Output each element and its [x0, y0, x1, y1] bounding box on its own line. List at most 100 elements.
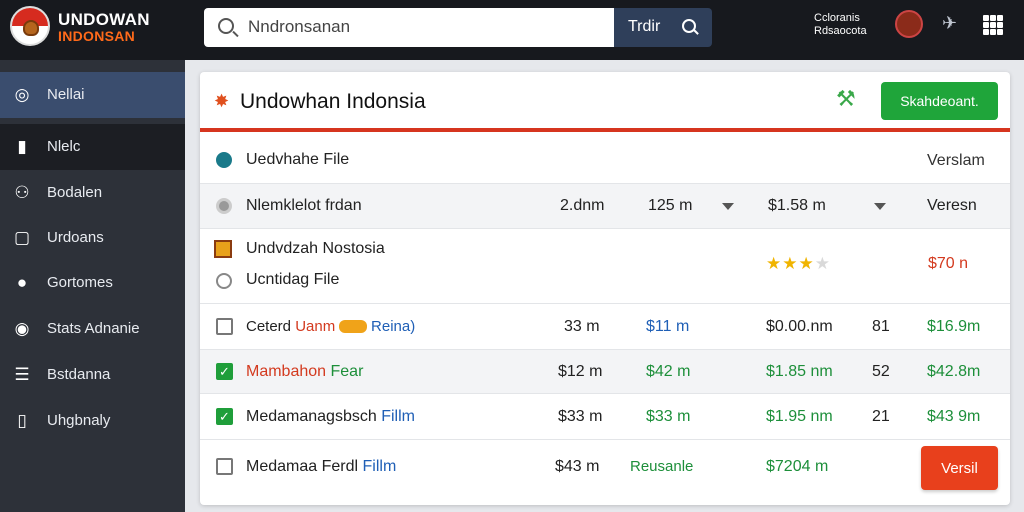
search-icon [218, 18, 234, 34]
chevron-down-icon[interactable] [874, 203, 886, 210]
sidebar-item-label: Nlelc [47, 138, 81, 155]
row-name-b: Uanm [295, 318, 336, 335]
compass-icon: ◎ [14, 85, 30, 104]
featured-price: $70 n [928, 255, 969, 272]
sidebar-item-label: Bstdanna [47, 366, 111, 383]
filter-col-1: 2.dnm [560, 197, 605, 214]
person-icon: ● [16, 273, 28, 292]
main-card: ✸ Undowhan Indonsia ⚒ Skahdeoant. Uedvha… [200, 72, 1010, 505]
avatar[interactable] [895, 10, 923, 38]
row-name-a: Medamaa Ferdl [246, 458, 359, 475]
sidebar-item-uhgbnaly[interactable]: ▯ Uhgbnaly [0, 398, 185, 444]
sidebar-item-urdoans[interactable]: ▢ Urdoans [0, 215, 185, 261]
brand-line-1: UNDOWAN [58, 10, 150, 29]
book-icon: ▯ [17, 411, 27, 430]
row-col-2: Reusanle [630, 458, 694, 475]
row-col-5: $42.8m [927, 363, 981, 380]
row-col-1: $43 m [555, 458, 600, 475]
row-name-a: Medamanagsbsch [246, 408, 377, 425]
table-row[interactable]: Medamaa Ferdl Fillm $43 m Reusanle $7204… [200, 440, 1010, 505]
garuda-thumb-icon [214, 240, 232, 258]
version-button[interactable]: Versil [921, 446, 998, 490]
row-col-5: $16.9m [927, 318, 981, 335]
filter-row[interactable]: Nlemklelot frdan 2.dnm 125 m $1.58 m Ver… [200, 184, 1010, 229]
search-input[interactable] [248, 16, 598, 38]
sidebar-item-label: Nellai [47, 86, 85, 103]
filter-col-3: $1.58 m [768, 197, 826, 214]
rating-stars: ★★★★ [766, 254, 831, 274]
wrench-icon[interactable]: ⚒ [836, 86, 856, 112]
row-name-b: Fillm [381, 408, 415, 425]
row-col-4: 81 [872, 318, 890, 335]
row-col-1: 33 m [564, 318, 600, 335]
row-badge [339, 320, 367, 333]
sidebar-item-stats-adnanie[interactable]: ◉ Stats Adnanie [0, 306, 185, 352]
apps-grid-icon[interactable] [983, 15, 1003, 35]
search-box [204, 8, 614, 47]
sidebar-item-bodalen[interactable]: ⚇ Bodalen [0, 170, 185, 216]
magnifier-icon [682, 19, 696, 33]
table-row[interactable]: ✓ Medamanagsbsch Fillm $33 m $33 m $1.95… [200, 394, 1010, 440]
featured-title: Undvdzah Nostosia [246, 240, 385, 257]
row-col-1: $33 m [558, 408, 603, 425]
sidebar-item-label: Uhgbnaly [47, 412, 111, 429]
table-row[interactable]: Ceterd Uanm Reina) 33 m $11 m $0.00.nm 8… [200, 304, 1010, 350]
row-col-4: 52 [872, 363, 890, 380]
top-bar: UNDOWAN INDONSAN Trdir Ccloranis Rdsaoco… [0, 0, 1024, 60]
brand-line-2: INDONSAN [58, 28, 136, 44]
star-filled-icon: ★ [798, 254, 815, 273]
row-name-a: Mambahon [246, 363, 327, 380]
table-row[interactable]: ✓ Mambahon Fear $12 m $42 m $1.85 nm 52 … [200, 350, 1010, 394]
row-name: Ceterd Uanm Reina) [246, 318, 415, 335]
search-button-label: Trdir [628, 18, 661, 35]
row-checkbox[interactable]: ✓ [216, 363, 233, 380]
row-col-2: $11 m [646, 318, 690, 335]
chevron-down-icon[interactable] [722, 203, 734, 210]
filter-col-4: Veresn [927, 197, 977, 214]
row-col-4: 21 [872, 408, 890, 425]
user-name[interactable]: Ccloranis Rdsaocota [814, 12, 867, 38]
row-col-3: $7204 m [766, 458, 829, 475]
radio-icon[interactable] [216, 198, 232, 214]
sidebar: ◎ Nellai ▮ Nlelc ⚇ Bodalen ▢ Urdoans ● G… [0, 60, 185, 512]
row-name-b: Fear [330, 363, 364, 380]
window-icon: ▢ [13, 228, 31, 247]
eye-icon [216, 152, 232, 168]
row-name-b: Fillm [362, 458, 397, 475]
search-button[interactable]: Trdir [614, 8, 712, 47]
row-checkbox[interactable]: ✓ [216, 408, 233, 425]
sidebar-item-bstdanna[interactable]: ☰ Bstdanna [0, 352, 185, 398]
row-checkbox[interactable] [216, 458, 233, 475]
row-name: Medamaa Ferdl Fillm [246, 458, 396, 476]
row-name-a: Ceterd [246, 318, 292, 335]
sidebar-item-nlelc[interactable]: ▮ Nlelc [0, 124, 185, 170]
row-col-2: $42 m [646, 363, 691, 380]
list-icon: ☰ [14, 365, 30, 384]
section-label: Uedvhahe File [246, 151, 350, 168]
garuda-icon: ✸ [214, 91, 230, 111]
sidebar-item-label: Bodalen [47, 184, 103, 201]
book-icon: ▮ [17, 137, 27, 156]
sidebar-item-gortomes[interactable]: ● Gortomes [0, 260, 185, 306]
sidebar-item-label: Urdoans [47, 229, 104, 246]
featured-row[interactable]: Undvdzah Nostosia Ucntidag File ★★★★ $70… [200, 229, 1010, 304]
star-filled-icon: ★ [766, 254, 783, 273]
filter-label: Nlemklelot frdan [246, 197, 362, 214]
user-name-line-2: Rdsaocota [814, 25, 867, 37]
star-empty-icon: ★ [814, 254, 831, 273]
primary-action-button[interactable]: Skahdeoant. [881, 82, 998, 120]
featured-subtitle: Ucntidag File [246, 271, 340, 288]
sidebar-item-nellai[interactable]: ◎ Nellai [0, 72, 185, 118]
row-name: Mambahon Fear [246, 363, 363, 381]
clock-icon [216, 273, 232, 289]
row-col-3: $0.00.nm [766, 318, 833, 335]
pin-icon[interactable]: ✈ [942, 14, 960, 32]
user-name-line-1: Ccloranis [814, 12, 860, 24]
row-col-3: $1.95 nm [766, 408, 833, 425]
garuda-logo-icon[interactable] [10, 6, 50, 46]
row-col-5: $43 9m [927, 408, 981, 425]
row-col-3: $1.85 nm [766, 363, 833, 380]
row-name: Medamanagsbsch Fillm [246, 408, 415, 426]
users-icon: ⚇ [14, 183, 30, 202]
row-checkbox[interactable] [216, 318, 233, 335]
